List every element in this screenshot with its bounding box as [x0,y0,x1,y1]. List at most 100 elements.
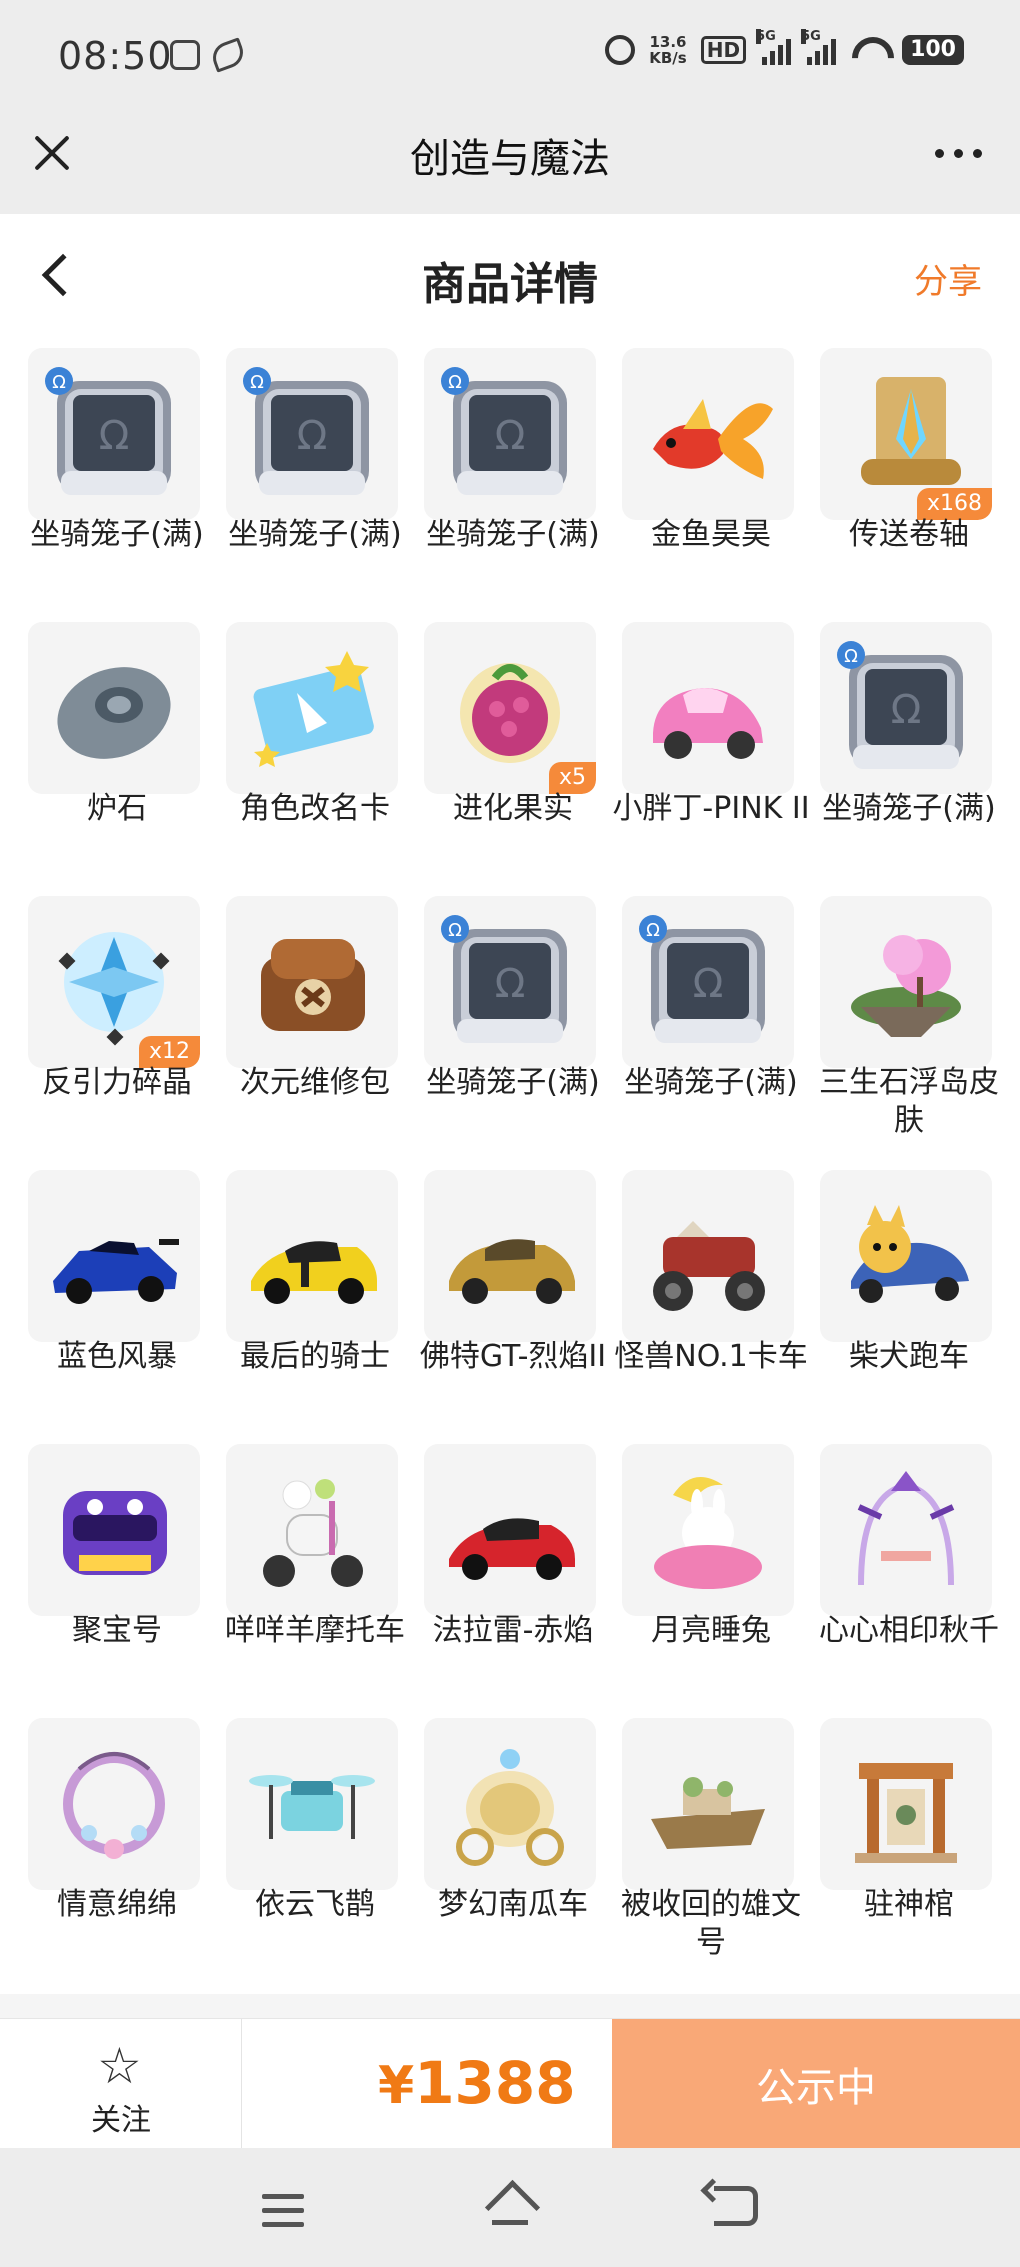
item-thumbnail: x5 [424,622,596,794]
item-thumbnail [424,1170,596,1342]
item-card[interactable]: Ω Ω 坐骑笼子(满) [810,614,1008,888]
net-label-1: 5G [756,29,776,44]
home-icon[interactable] [484,2186,536,2230]
item-label: 法拉雷-赤焰 [432,1613,594,1648]
item-card[interactable]: 被收回的雄文号 [612,1710,810,1984]
item-card[interactable]: 小胖丁-PINK II [612,614,810,888]
item-card[interactable]: Ω Ω 坐骑笼子(满) [216,340,414,614]
item-card[interactable]: 咩咩羊摩托车 [216,1436,414,1710]
svg-text:Ω: Ω [99,413,130,459]
app-notification-icon [170,40,200,70]
wreath-icon [28,1718,200,1890]
item-thumbnail [28,1718,200,1890]
item-label: 金鱼昊昊 [651,517,771,552]
item-label: 坐骑笼子(满) [426,1065,600,1100]
item-card[interactable]: 最后的骑士 [216,1162,414,1436]
cage-icon: ΩΩ [424,896,596,1068]
follow-button[interactable]: ☆ 关注 [0,2019,242,2149]
svg-text:Ω: Ω [250,372,264,393]
item-card[interactable]: 法拉雷-赤焰 [414,1436,612,1710]
pink-car-icon [622,622,794,794]
item-card[interactable]: 蓝色风暴 [18,1162,216,1436]
item-grid: Ω Ω 坐骑笼子(满) Ω Ω 坐骑笼子(满) Ω Ω 坐骑笼子(满) 金鱼昊昊 x168 传送卷轴炉… [18,340,1008,1984]
price: ¥1388 [378,2049,576,2117]
leaf-notification-icon [208,37,248,73]
item-card[interactable]: x168 传送卷轴 [810,340,1008,614]
cage-icon: ΩΩ [622,896,794,1068]
back-nav-icon[interactable] [714,2186,758,2226]
item-label: 角色改名卡 [240,791,390,826]
item-thumbnail: x12 [28,896,200,1068]
system-nav-bar [0,2148,1020,2267]
item-card[interactable]: 梦幻南瓜车 [414,1710,612,1984]
page-header: 商品详情 分享 [0,214,1020,340]
red-car-icon [424,1444,596,1616]
item-card[interactable]: 角色改名卡 [216,614,414,888]
item-thumbnail: ΩΩ [424,896,596,1068]
price-value: 1388 [414,2049,576,2117]
item-card[interactable]: 三生石浮岛皮肤 [810,888,1008,1162]
wifi-icon [850,35,888,65]
item-card[interactable]: Ω Ω 坐骑笼子(满) [612,888,810,1162]
item-card[interactable]: 炉石 [18,614,216,888]
item-card[interactable]: 柴犬跑车 [810,1162,1008,1436]
follow-label: 关注 [91,2103,151,2138]
item-card[interactable]: 月亮睡兔 [612,1436,810,1710]
item-label: 小胖丁-PINK II [612,791,810,826]
svg-text:Ω: Ω [495,961,526,1007]
rename-card-icon [226,622,398,794]
item-label: 进化果实 [453,791,573,826]
item-label: 被收回的雄文号 [621,1887,801,1960]
item-thumbnail [226,1444,398,1616]
item-card[interactable]: 心心相印秋千 [810,1436,1008,1710]
item-thumbnail [226,622,398,794]
item-card[interactable]: Ω Ω 坐骑笼子(满) [414,340,612,614]
item-thumbnail [820,1718,992,1890]
purple-vehicle-icon [28,1444,200,1616]
item-thumbnail [226,896,398,1068]
item-card[interactable]: 情意绵绵 [18,1710,216,1984]
item-card[interactable]: 金鱼昊昊 [612,340,810,614]
item-card[interactable]: 怪兽NO.1卡车 [612,1162,810,1436]
page-title: 商品详情 [422,259,598,310]
item-card[interactable]: 依云飞鹊 [216,1710,414,1984]
item-label: 炉石 [87,791,147,826]
cage-icon: ΩΩ [820,622,992,794]
item-thumbnail [820,896,992,1068]
status-right: 13.6 KB/s HD 5G 5G 100 [605,29,964,66]
cage-icon: ΩΩ [226,348,398,520]
item-thumbnail: ΩΩ [424,348,596,520]
item-card[interactable]: 聚宝号 [18,1436,216,1710]
svg-text:Ω: Ω [448,372,462,393]
item-label: 反引力碎晶 [42,1065,192,1100]
menu-icon[interactable] [262,2194,304,2236]
item-card[interactable]: x12 反引力碎晶 [18,888,216,1162]
item-label: 聚宝号 [72,1613,162,1648]
repair-bag-icon [226,896,398,1068]
item-card[interactable]: 佛特GT-烈焰II [414,1162,612,1436]
item-label: 坐骑笼子(满) [228,517,402,552]
svg-text:Ω: Ω [646,920,660,941]
item-label: 佛特GT-烈焰II [419,1339,607,1374]
more-icon[interactable] [935,149,982,158]
hd-icon: HD [700,36,747,64]
item-card[interactable]: Ω Ω 坐骑笼子(满) [414,888,612,1162]
item-thumbnail [28,622,200,794]
item-thumbnail [622,348,794,520]
item-card[interactable]: Ω Ω 坐骑笼子(满) [18,340,216,614]
item-thumbnail [820,1170,992,1342]
item-card[interactable]: 次元维修包 [216,888,414,1162]
cage-icon: ΩΩ [28,348,200,520]
item-label: 坐骑笼子(满) [822,791,996,826]
share-button[interactable]: 分享 [914,254,982,303]
status-button[interactable]: 公示中 [612,2019,1020,2149]
item-card[interactable]: x5 进化果实 [414,614,612,888]
footer-bar: ☆ 关注 ¥1388 公示中 [0,2018,1020,2149]
item-thumbnail: ΩΩ [226,348,398,520]
item-label: 最后的骑士 [240,1339,390,1374]
cage-icon: ΩΩ [424,348,596,520]
speed-value: 13.6 [649,33,687,51]
item-thumbnail [424,1444,596,1616]
item-card[interactable]: 驻神棺 [810,1710,1008,1984]
alarm-icon [605,35,636,65]
